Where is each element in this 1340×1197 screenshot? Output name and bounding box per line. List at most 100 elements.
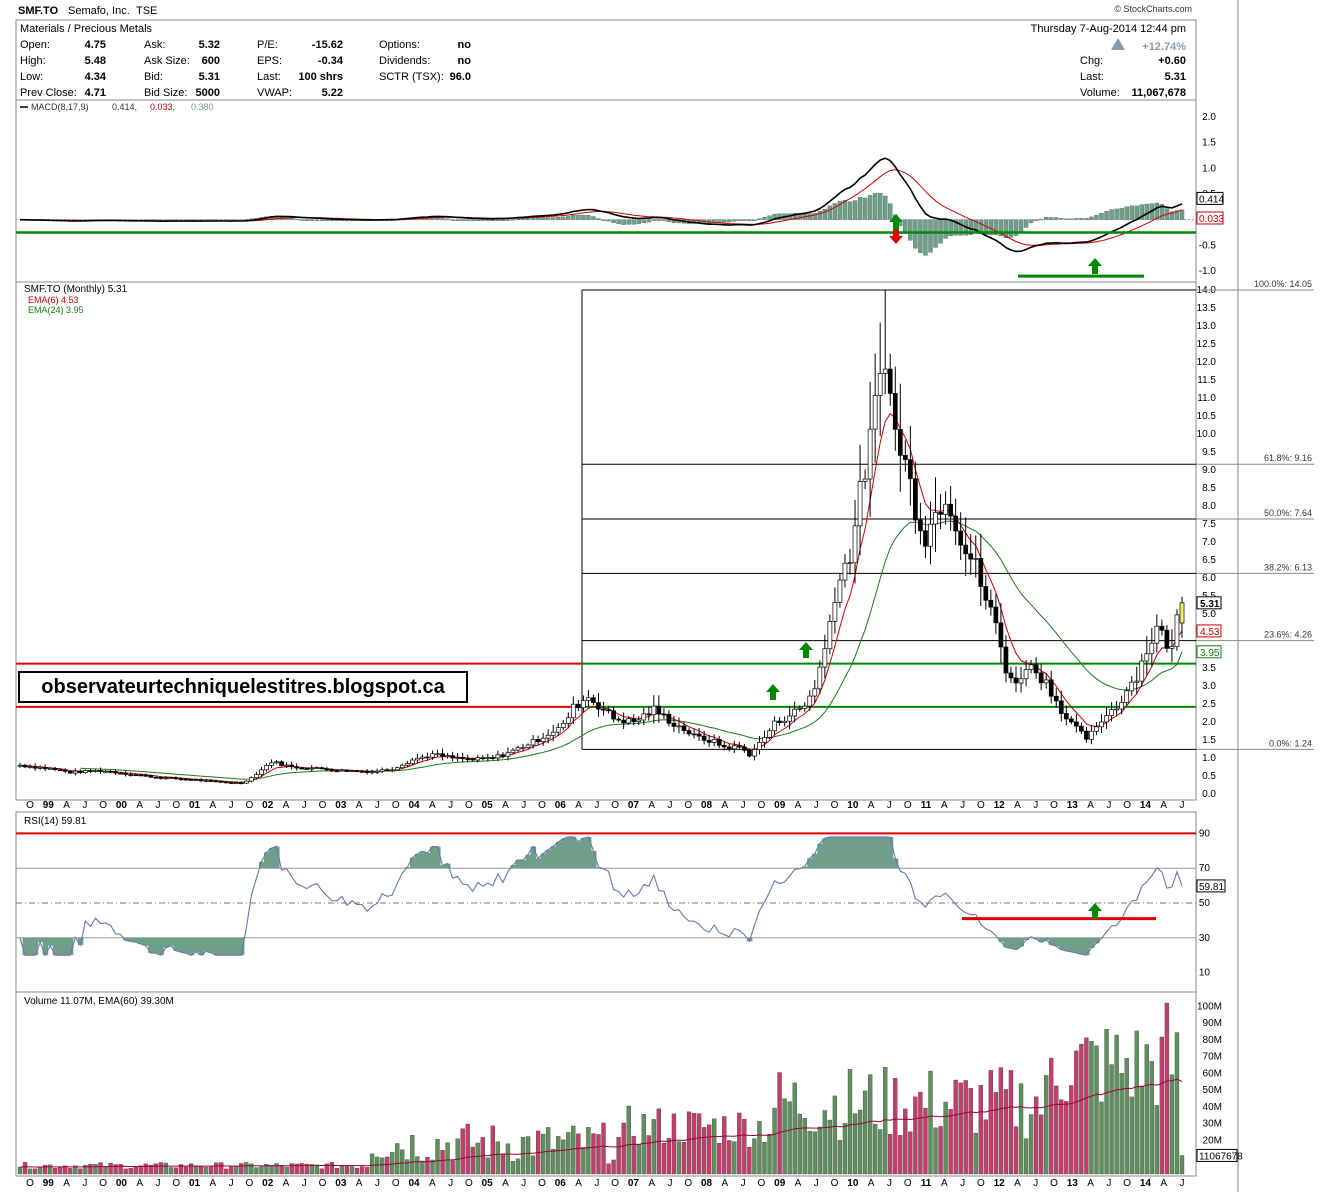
candle-body bbox=[546, 735, 550, 738]
volume-bar bbox=[315, 1165, 319, 1174]
volume-bar bbox=[737, 1113, 741, 1174]
volume-bar bbox=[1105, 1029, 1109, 1174]
candle-body bbox=[823, 649, 827, 667]
volume-bar bbox=[727, 1140, 731, 1174]
quote-label: Options: bbox=[379, 39, 420, 51]
candle-body bbox=[466, 759, 470, 760]
x-tick: A bbox=[283, 800, 290, 811]
candle-body bbox=[430, 754, 434, 757]
macd-hist-bar bbox=[843, 200, 847, 219]
up-arrow-icon bbox=[1088, 258, 1102, 274]
volume-bar bbox=[687, 1112, 691, 1174]
watermark: © StockCharts.com bbox=[1114, 4, 1192, 14]
candle-body bbox=[516, 748, 520, 750]
ema6-legend: EMA(6) 4.53 bbox=[28, 295, 79, 305]
candle-body bbox=[707, 740, 711, 742]
candle-body bbox=[722, 745, 726, 747]
candle-body bbox=[1120, 702, 1124, 708]
candle-body bbox=[154, 777, 158, 778]
rsi-panel bbox=[16, 812, 1196, 992]
candle-body bbox=[134, 775, 138, 776]
quote-value: -0.34 bbox=[318, 55, 344, 67]
volume-bar bbox=[224, 1169, 228, 1174]
volume-bar bbox=[858, 1110, 862, 1174]
candle-body bbox=[144, 775, 148, 776]
rsi-fill bbox=[219, 938, 225, 955]
candle-body bbox=[254, 775, 258, 778]
candle-body bbox=[607, 710, 611, 711]
volume-bar bbox=[1034, 1097, 1038, 1174]
x-tick: 02 bbox=[262, 800, 274, 811]
candle-body bbox=[1034, 665, 1038, 673]
quote-value: 5.31 bbox=[199, 71, 220, 83]
volume-bar bbox=[380, 1158, 384, 1174]
rsi-fill bbox=[194, 938, 200, 952]
candle-body bbox=[1100, 722, 1104, 727]
quote-label: Bid: bbox=[144, 71, 163, 83]
volume-bar bbox=[1125, 1058, 1129, 1174]
volume-bar bbox=[652, 1119, 656, 1174]
volume-bar bbox=[164, 1163, 168, 1174]
macd-hist-bar bbox=[1130, 206, 1134, 220]
candle-body bbox=[808, 696, 812, 706]
rsi-tick: 10 bbox=[1199, 968, 1211, 979]
volume-bar bbox=[436, 1139, 440, 1174]
volume-bar bbox=[853, 1114, 857, 1174]
x-tick: 04 bbox=[408, 1178, 420, 1189]
x-tick: 14 bbox=[1140, 800, 1152, 811]
candle-body bbox=[48, 768, 52, 769]
volume-bar bbox=[98, 1163, 102, 1174]
candle-body bbox=[1064, 713, 1068, 718]
x-tick: A bbox=[356, 800, 363, 811]
candle-body bbox=[410, 760, 414, 764]
volume-tick: 70M bbox=[1203, 1052, 1222, 1063]
volume-bar bbox=[873, 1124, 877, 1174]
x-tick: O bbox=[319, 1178, 327, 1189]
price-tick: 10.5 bbox=[1197, 411, 1217, 422]
volume-bar bbox=[1180, 1155, 1184, 1174]
candle-body bbox=[315, 768, 319, 769]
macd-hist-bar bbox=[913, 220, 917, 249]
volume-bar bbox=[129, 1168, 133, 1174]
candle-body bbox=[471, 759, 475, 760]
x-tick: 03 bbox=[335, 1178, 347, 1189]
x-tick: J bbox=[82, 1178, 87, 1189]
x-tick: 04 bbox=[408, 800, 420, 811]
rsi-fill bbox=[214, 938, 220, 955]
rsi-tick: 30 bbox=[1199, 933, 1211, 944]
x-tick: O bbox=[465, 1178, 473, 1189]
volume-bar bbox=[1084, 1038, 1088, 1174]
volume-bar bbox=[280, 1165, 284, 1174]
candle-body bbox=[923, 531, 927, 547]
candle-body bbox=[164, 778, 168, 779]
x-tick: J bbox=[521, 1178, 526, 1189]
rsi-fill bbox=[581, 838, 587, 868]
candle-body bbox=[58, 770, 62, 771]
rsi-legend: RSI(14) 59.81 bbox=[24, 816, 87, 827]
volume-bar bbox=[350, 1166, 354, 1174]
x-tick: J bbox=[594, 1178, 599, 1189]
x-tick: O bbox=[538, 1178, 546, 1189]
macd-hist-bar bbox=[833, 203, 837, 219]
volume-bar bbox=[58, 1167, 62, 1174]
x-tick: A bbox=[648, 800, 655, 811]
price-tick: 9.0 bbox=[1202, 465, 1216, 476]
x-tick: O bbox=[684, 1178, 692, 1189]
volume-bar bbox=[531, 1156, 535, 1174]
macd-hist-bar bbox=[571, 215, 575, 220]
rsi-fill bbox=[48, 938, 54, 946]
candle-body bbox=[370, 772, 374, 773]
x-tick: A bbox=[575, 1178, 582, 1189]
x-tick: O bbox=[99, 800, 107, 811]
volume-bar bbox=[752, 1139, 756, 1174]
candle-body bbox=[984, 586, 988, 600]
volume-bar bbox=[335, 1168, 339, 1174]
candle-body bbox=[1059, 701, 1063, 714]
rsi-fill bbox=[576, 842, 582, 869]
quote-value: 4.71 bbox=[85, 87, 106, 99]
x-tick: J bbox=[741, 800, 746, 811]
candle-body bbox=[28, 767, 32, 768]
volume-bar bbox=[868, 1075, 872, 1174]
volume-bar bbox=[632, 1136, 636, 1174]
candle-body bbox=[561, 723, 565, 727]
